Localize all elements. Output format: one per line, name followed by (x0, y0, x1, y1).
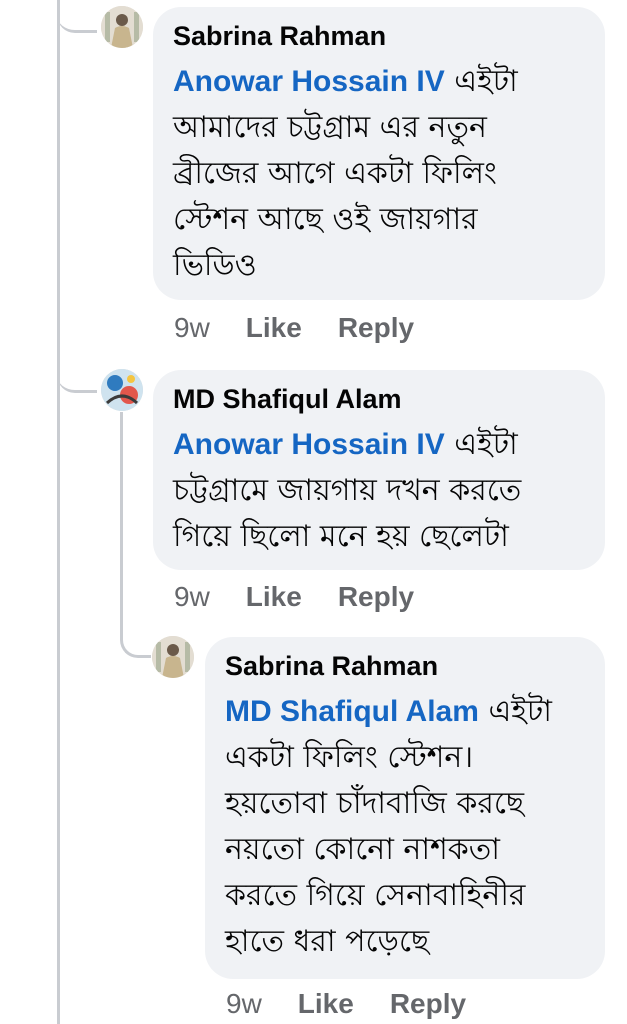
comment-author[interactable]: Sabrina Rahman (225, 651, 585, 681)
timestamp[interactable]: 9w (226, 988, 262, 1020)
thread-connector-2 (57, 360, 97, 393)
avatar[interactable] (101, 6, 143, 48)
comment-bubble: Sabrina Rahman Anowar Hossain IV এইটা আম… (153, 7, 605, 300)
thread-line-branch (120, 412, 123, 637)
text-line: করতে গিয়ে সেনাবাহিনীর (225, 878, 526, 913)
reply-button[interactable]: Reply (338, 312, 414, 344)
comment-bubble: MD Shafiqul Alam Anowar Hossain IV এইটা … (153, 370, 605, 570)
user-avatar-icon (101, 6, 143, 48)
comment-bubble: Sabrina Rahman MD Shafiqul Alam এইটা একট… (205, 637, 605, 979)
avatar[interactable] (152, 636, 194, 678)
thread-line-main (57, 0, 60, 1024)
text-line: চট্টগ্রামে জায়গায় দখন করতে (173, 473, 522, 508)
text-line: নয়তো কোনো নাশকতা (225, 832, 500, 867)
text-line: স্টেশন আছে ওই জায়গার (173, 202, 478, 237)
thread-connector-3 (120, 625, 151, 658)
comment-author[interactable]: MD Shafiqul Alam (173, 384, 585, 414)
mention-link[interactable]: Anowar Hossain IV (173, 428, 445, 461)
text-line: গিয়ে ছিলো মনে হয় ছেলেটা (173, 519, 509, 554)
text-line: এইটা (454, 427, 518, 462)
comment-text: Anowar Hossain IV এইটা চট্টগ্রামে জায়গা… (173, 422, 585, 560)
thread-connector-1 (57, 0, 97, 33)
timestamp[interactable]: 9w (174, 581, 210, 613)
comment-actions: 9w Like Reply (174, 581, 450, 613)
reply-button[interactable]: Reply (338, 581, 414, 613)
like-button[interactable]: Like (246, 581, 302, 613)
mention-link[interactable]: Anowar Hossain IV (173, 65, 445, 98)
reply-button[interactable]: Reply (390, 988, 466, 1020)
comment-actions: 9w Like Reply (174, 312, 450, 344)
user-avatar-icon (101, 369, 143, 411)
text-line: ভিডিও (173, 248, 257, 283)
text-line: হয়তোবা চাঁদাবাজি করছে (225, 786, 525, 821)
like-button[interactable]: Like (298, 988, 354, 1020)
text-line: একটা ফিলিং স্টেশন। (225, 740, 474, 775)
user-avatar-icon (152, 636, 194, 678)
like-button[interactable]: Like (246, 312, 302, 344)
comment-text: Anowar Hossain IV এইটা আমাদের চট্টগ্রাম … (173, 59, 585, 289)
text-line: আমাদের চট্টগ্রাম এর নতুন (173, 110, 487, 145)
text-line: এইটা (454, 64, 518, 99)
avatar[interactable] (101, 369, 143, 411)
text-line: ব্রীজের আগে একটা ফিলিং (173, 156, 497, 191)
comment-actions: 9w Like Reply (226, 988, 502, 1020)
comment-text: MD Shafiqul Alam এইটা একটা ফিলিং স্টেশন।… (225, 689, 585, 965)
mention-link[interactable]: MD Shafiqul Alam (225, 695, 479, 728)
comment-author[interactable]: Sabrina Rahman (173, 21, 585, 51)
text-line: এইটা (488, 694, 552, 729)
text-line: হাতে ধরা পড়েছে (225, 924, 430, 959)
timestamp[interactable]: 9w (174, 312, 210, 344)
